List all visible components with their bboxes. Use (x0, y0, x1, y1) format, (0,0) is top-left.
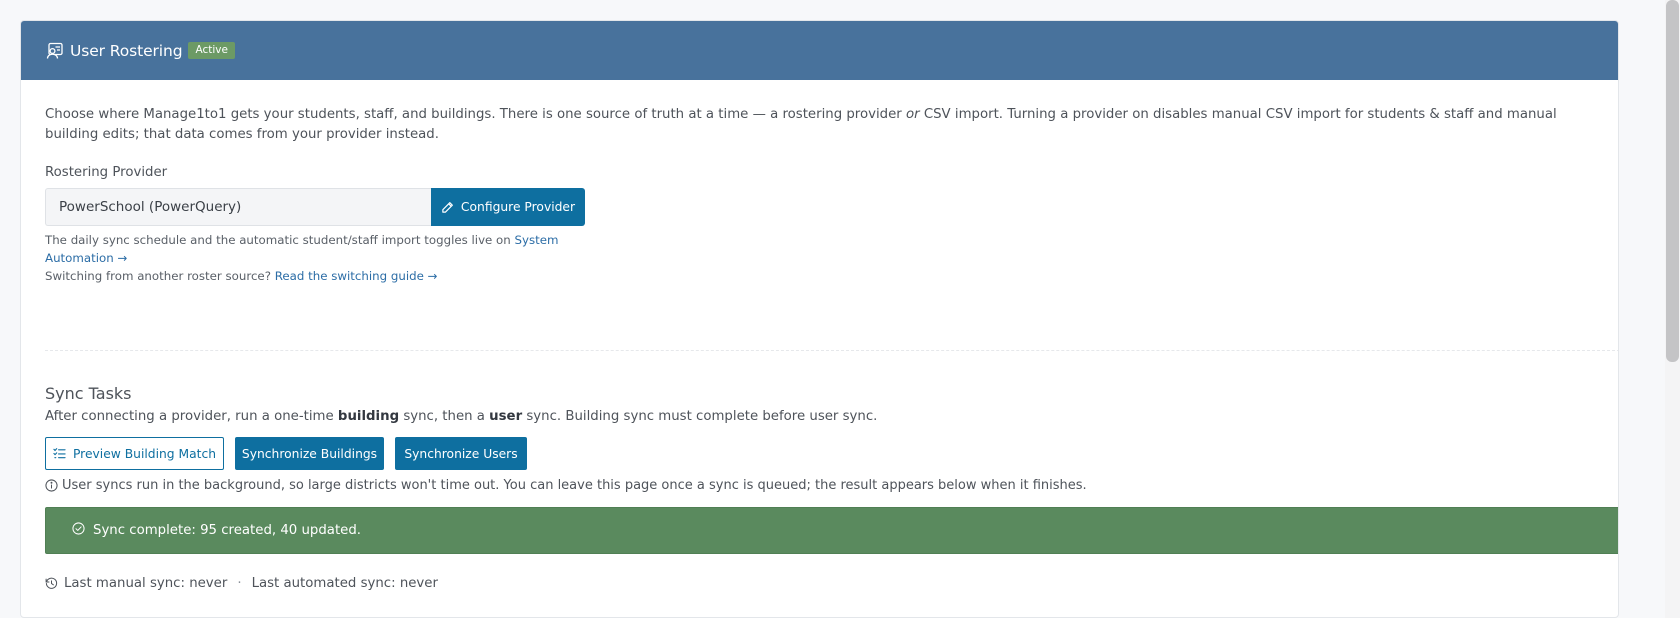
synchronize-buildings-button[interactable]: Synchronize Buildings (235, 437, 384, 470)
provider-help: The daily sync schedule and the automati… (45, 231, 565, 285)
switch-help: Switching from another roster source? Re… (45, 267, 565, 285)
status-badge: Active (188, 42, 235, 59)
configure-provider-button[interactable]: Configure Provider (431, 188, 585, 226)
switch-help-text: Switching from another roster source? (45, 269, 275, 283)
last-automated-sync: Last automated sync: never (251, 576, 438, 591)
intro-part1: Choose where Manage1to1 gets your studen… (45, 107, 906, 122)
sync-separator: · (237, 576, 242, 591)
info-icon (45, 479, 58, 492)
synchronize-buildings-label: Synchronize Buildings (241, 446, 378, 461)
sync-desc-user: user (489, 409, 523, 424)
schedule-help-text: The daily sync schedule and the automati… (45, 233, 515, 247)
configure-provider-label: Configure Provider (460, 200, 576, 214)
sync-desc-building: building (337, 409, 400, 424)
scrollbar-thumb[interactable] (1666, 0, 1679, 362)
sync-desc-part1: After connecting a provider, run a one-t… (45, 409, 338, 424)
sync-buttons: Preview Building Match Synchronize Build… (45, 437, 1594, 470)
last-manual-sync: Last manual sync: never (64, 576, 228, 591)
user-rostering-icon (45, 41, 65, 61)
provider-label: Rostering Provider (45, 165, 168, 180)
sync-complete-alert: Sync complete: 95 created, 40 updated. (45, 507, 1618, 554)
check-circle-icon (72, 522, 85, 535)
sync-desc-part2: sync, then a (399, 409, 490, 424)
scrollbar-track[interactable] (1665, 0, 1680, 618)
provider-row: Configure Provider (45, 188, 585, 226)
preview-building-match-label: Preview Building Match (72, 446, 217, 461)
sync-info: User syncs run in the background, so lar… (45, 478, 1594, 493)
card-body: Choose where Manage1to1 gets your studen… (21, 105, 1618, 591)
preview-building-match-button[interactable]: Preview Building Match (45, 437, 224, 470)
synchronize-users-button[interactable]: Synchronize Users (395, 437, 527, 470)
switching-guide-link[interactable]: Read the switching guide → (275, 269, 438, 283)
sync-tasks-title: Sync Tasks (45, 384, 132, 403)
last-sync-info: Last manual sync: never · Last automated… (45, 576, 1594, 591)
synchronize-users-label: Synchronize Users (404, 446, 518, 461)
sync-desc-part3: sync. Building sync must complete before… (522, 409, 878, 424)
sync-info-text: User syncs run in the background, so lar… (62, 478, 1087, 493)
history-icon (45, 577, 58, 589)
intro-text: Choose where Manage1to1 gets your studen… (45, 105, 1605, 145)
pencil-icon (442, 201, 453, 213)
card-header: User Rostering Active (21, 21, 1618, 80)
provider-input[interactable] (45, 188, 431, 226)
intro-emphasis: or (906, 107, 920, 122)
schedule-help: The daily sync schedule and the automati… (45, 231, 565, 267)
sync-tasks-description: After connecting a provider, run a one-t… (45, 409, 1594, 424)
sync-complete-text: Sync complete: 95 created, 40 updated. (93, 523, 362, 538)
page-title: User Rostering (70, 41, 183, 60)
user-rostering-card: User Rostering Active Choose where Manag… (20, 20, 1619, 618)
checklist-icon (53, 448, 66, 459)
section-divider (45, 350, 1618, 351)
